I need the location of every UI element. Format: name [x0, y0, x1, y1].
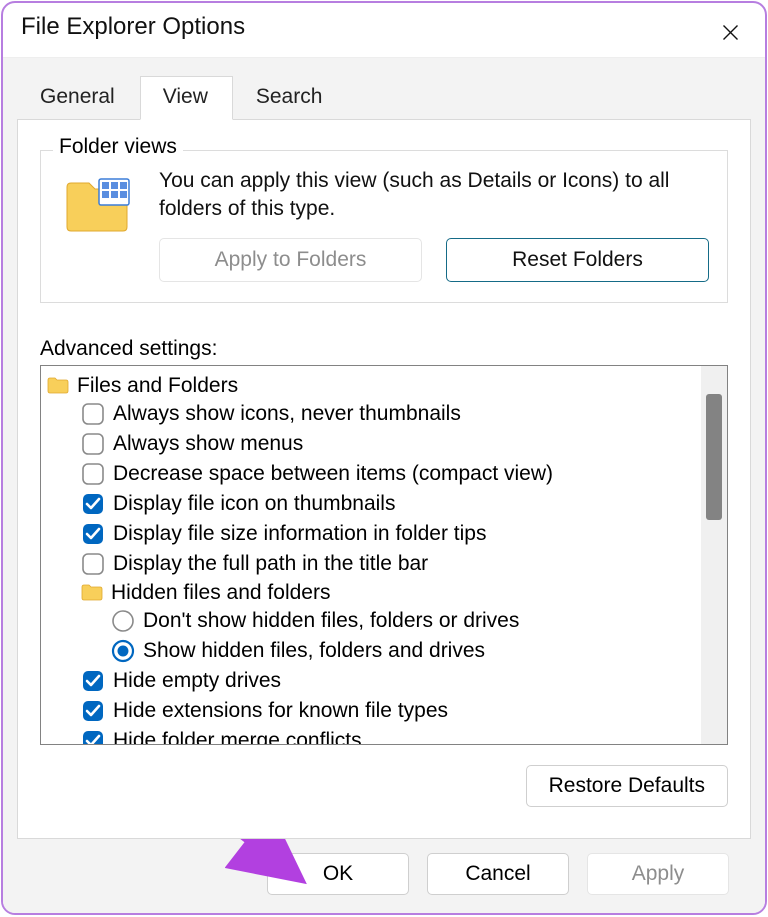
option-file-size-tips[interactable]: Display file size information in folder … [47, 519, 699, 549]
tabpanel-view: Folder views [17, 119, 751, 839]
tab-view[interactable]: View [140, 76, 233, 120]
option-always-icons[interactable]: Always show icons, never thumbnails [47, 399, 699, 429]
option-file-icon-thumbnails[interactable]: Display file icon on thumbnails [47, 489, 699, 519]
folder-views-legend: Folder views [53, 135, 183, 159]
option-hide-merge-conflicts[interactable]: Hide folder merge conflicts [47, 726, 699, 744]
checkbox-checked-icon [81, 522, 105, 546]
dialog-footer: OK Cancel Apply [17, 839, 751, 911]
tree-subgroup-hidden: Hidden files and folders [47, 579, 699, 606]
option-dont-show-hidden[interactable]: Don't show hidden files, folders or driv… [47, 606, 699, 636]
file-explorer-options-dialog: File Explorer Options General View Searc… [1, 1, 767, 915]
checkbox-unchecked-icon [81, 552, 105, 576]
tree-group-label: Files and Folders [77, 375, 238, 396]
folder-icon [47, 376, 69, 394]
checkbox-unchecked-icon [81, 462, 105, 486]
option-hide-extensions[interactable]: Hide extensions for known file types [47, 696, 699, 726]
checkbox-unchecked-icon [81, 432, 105, 456]
scrollbar-thumb[interactable] [706, 394, 722, 520]
window-title: File Explorer Options [21, 13, 245, 42]
cancel-button[interactable]: Cancel [427, 853, 569, 895]
dialog-content: General View Search Folder views [3, 57, 765, 913]
scrollbar[interactable] [701, 366, 727, 744]
close-icon [720, 22, 741, 43]
restore-defaults-button[interactable]: Restore Defaults [526, 765, 728, 807]
folder-views-group: Folder views [40, 150, 728, 303]
reset-folders-button[interactable]: Reset Folders [446, 238, 709, 282]
tree-subgroup-label: Hidden files and folders [111, 582, 330, 603]
folder-views-text: You can apply this view (such as Details… [159, 167, 709, 224]
option-full-path-title[interactable]: Display the full path in the title bar [47, 549, 699, 579]
option-decrease-space[interactable]: Decrease space between items (compact vi… [47, 459, 699, 489]
tab-strip: General View Search [17, 58, 751, 120]
ok-button[interactable]: OK [267, 853, 409, 895]
checkbox-checked-icon [81, 699, 105, 723]
tab-general[interactable]: General [17, 76, 140, 120]
folder-views-icon [59, 167, 139, 282]
advanced-settings-tree[interactable]: Files and Folders Always show icons, nev… [40, 365, 728, 745]
tab-search[interactable]: Search [233, 76, 348, 120]
folder-icon [81, 583, 103, 601]
radio-selected-icon [111, 639, 135, 663]
option-always-menus[interactable]: Always show menus [47, 429, 699, 459]
checkbox-checked-icon [81, 492, 105, 516]
radio-unselected-icon [111, 609, 135, 633]
checkbox-checked-icon [81, 729, 105, 744]
close-button[interactable] [711, 13, 749, 51]
titlebar: File Explorer Options [3, 3, 765, 57]
tree-group-files-folders: Files and Folders [47, 372, 699, 399]
apply-button[interactable]: Apply [587, 853, 729, 895]
checkbox-unchecked-icon [81, 402, 105, 426]
option-show-hidden[interactable]: Show hidden files, folders and drives [47, 636, 699, 666]
advanced-settings-label: Advanced settings: [40, 337, 728, 361]
checkbox-checked-icon [81, 669, 105, 693]
option-hide-empty-drives[interactable]: Hide empty drives [47, 666, 699, 696]
apply-to-folders-button[interactable]: Apply to Folders [159, 238, 422, 282]
